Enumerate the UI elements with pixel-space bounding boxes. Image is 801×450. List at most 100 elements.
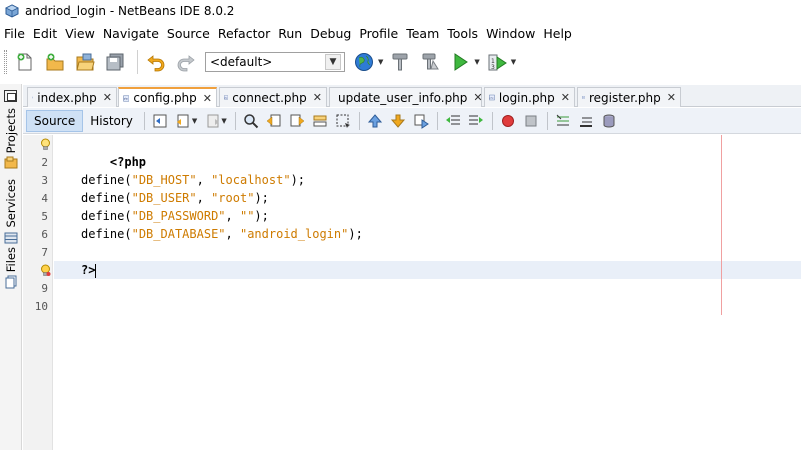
side-tab-services[interactable]: Services bbox=[2, 179, 20, 245]
menu-run[interactable]: Run bbox=[274, 26, 306, 41]
back-button[interactable] bbox=[174, 112, 192, 130]
find-next-button[interactable] bbox=[288, 112, 306, 130]
function-name: define bbox=[81, 227, 125, 241]
toolbar-separator bbox=[546, 111, 548, 130]
tab-connect-php[interactable]: php connect.php ✕ bbox=[219, 87, 327, 107]
rectangular-selection-icon bbox=[336, 114, 351, 128]
toggle-bookmark-button[interactable] bbox=[412, 112, 430, 130]
menu-help[interactable]: Help bbox=[539, 26, 576, 41]
menu-profile[interactable]: Profile bbox=[355, 26, 402, 41]
tab-login-php[interactable]: php login.php ✕ bbox=[484, 87, 575, 107]
redo-button[interactable] bbox=[173, 49, 199, 75]
close-icon[interactable]: ✕ bbox=[661, 91, 676, 104]
browser-dropdown-icon[interactable]: ▼ bbox=[378, 58, 383, 66]
netbeans-cube-icon bbox=[5, 4, 19, 18]
clean-build-button[interactable] bbox=[417, 49, 443, 75]
stop-icon bbox=[525, 115, 537, 126]
left-side-bar: Projects Services Files bbox=[0, 84, 22, 450]
new-file-button[interactable] bbox=[12, 49, 38, 75]
window-title: andriod_login - NetBeans IDE 8.0.2 bbox=[25, 4, 235, 18]
side-tab-projects-label: Projects bbox=[4, 108, 18, 154]
tab-label: login.php bbox=[498, 90, 555, 105]
side-tab-files[interactable]: Files bbox=[2, 247, 20, 289]
string-literal: "DB_PASSWORD" bbox=[131, 209, 226, 223]
find-previous-button[interactable] bbox=[265, 112, 283, 130]
menu-team[interactable]: Team bbox=[402, 26, 443, 41]
php-open-tag: <?php bbox=[109, 155, 147, 169]
highlight-icon bbox=[313, 115, 327, 126]
close-icon[interactable]: ✕ bbox=[555, 91, 570, 104]
tab-config-php[interactable]: php config.php ✕ bbox=[118, 87, 217, 107]
menu-window[interactable]: Window bbox=[482, 26, 539, 41]
warning-bulb-icon[interactable] bbox=[40, 264, 51, 277]
tab-update-user-info-php[interactable]: php update_user_info.php ✕ bbox=[329, 87, 483, 107]
close-icon[interactable]: ✕ bbox=[307, 91, 322, 104]
tab-index-php[interactable]: php index.php ✕ bbox=[27, 87, 117, 107]
forward-button[interactable] bbox=[204, 112, 222, 130]
tab-label: config.php bbox=[133, 91, 197, 105]
forward-dropdown-icon[interactable]: ▼ bbox=[221, 117, 226, 125]
open-project-button[interactable] bbox=[72, 49, 98, 75]
save-all-button[interactable] bbox=[102, 49, 128, 75]
editor-toolbar: Source History ▼ ▼ bbox=[23, 108, 801, 134]
side-tab-projects[interactable]: Projects bbox=[2, 108, 20, 170]
stop-macro-button[interactable] bbox=[522, 112, 540, 130]
close-icon[interactable]: ✕ bbox=[97, 91, 112, 104]
menu-edit[interactable]: Edit bbox=[29, 26, 61, 41]
shift-right-button[interactable] bbox=[467, 112, 485, 130]
close-icon[interactable]: ✕ bbox=[467, 91, 482, 104]
source-tab-button[interactable]: Source bbox=[26, 109, 84, 132]
run-dropdown-icon[interactable]: ▼ bbox=[474, 58, 479, 66]
comment-icon bbox=[556, 114, 570, 125]
history-tab-button[interactable]: History bbox=[83, 110, 140, 132]
configuration-dropdown[interactable]: <default> ▼ bbox=[205, 52, 345, 72]
database-button[interactable] bbox=[600, 112, 618, 130]
side-tab-services-label: Services bbox=[4, 179, 18, 228]
menu-file[interactable]: File bbox=[0, 26, 29, 41]
next-bookmark-icon bbox=[391, 114, 406, 128]
next-bookmark-button[interactable] bbox=[389, 112, 407, 130]
previous-bookmark-button[interactable] bbox=[366, 112, 384, 130]
start-macro-button[interactable] bbox=[499, 112, 517, 130]
menu-source[interactable]: Source bbox=[163, 26, 214, 41]
projects-icon bbox=[4, 156, 18, 169]
uncomment-button[interactable] bbox=[577, 112, 595, 130]
new-project-button[interactable] bbox=[42, 49, 68, 75]
browser-globe-icon bbox=[355, 53, 373, 71]
tab-register-php[interactable]: php register.php ✕ bbox=[577, 87, 681, 107]
undo-button[interactable] bbox=[143, 49, 169, 75]
toggle-highlight-button[interactable] bbox=[311, 112, 329, 130]
shift-left-button[interactable] bbox=[444, 112, 462, 130]
run-icon bbox=[454, 53, 469, 71]
services-icon bbox=[4, 232, 18, 243]
menu-navigate[interactable]: Navigate bbox=[99, 26, 163, 41]
last-edit-button[interactable] bbox=[151, 112, 169, 130]
run-button[interactable] bbox=[447, 49, 473, 75]
magnifier-icon bbox=[244, 113, 259, 128]
open-project-icon bbox=[76, 53, 95, 71]
close-icon[interactable]: ✕ bbox=[197, 92, 212, 105]
find-selection-button[interactable] bbox=[242, 112, 260, 130]
browser-button[interactable] bbox=[351, 49, 377, 75]
comment-button[interactable] bbox=[554, 112, 572, 130]
code-line-4: define("DB_USER", "root"); bbox=[81, 191, 269, 205]
menu-view[interactable]: View bbox=[61, 26, 99, 41]
code-line-8: ?> bbox=[81, 261, 97, 279]
build-button[interactable] bbox=[387, 49, 413, 75]
debug-dropdown-icon[interactable]: ▼ bbox=[511, 58, 516, 66]
forward-icon bbox=[207, 114, 219, 127]
string-literal: "DB_USER" bbox=[131, 191, 197, 205]
menu-tools[interactable]: Tools bbox=[443, 26, 482, 41]
right-margin-line bbox=[721, 135, 722, 315]
code-line-6: define("DB_DATABASE", "android_login"); bbox=[81, 227, 363, 241]
hint-bulb-icon[interactable] bbox=[40, 138, 51, 151]
line-number-gutter: 2 3 4 5 6 7 9 10 bbox=[23, 135, 53, 450]
restore-window-icon[interactable] bbox=[4, 90, 17, 102]
back-dropdown-icon[interactable]: ▼ bbox=[192, 117, 197, 125]
function-name: define bbox=[81, 191, 125, 205]
toggle-rect-select-button[interactable] bbox=[334, 112, 352, 130]
menu-debug[interactable]: Debug bbox=[306, 26, 355, 41]
code-editor[interactable]: <?php define("DB_HOST", "localhost"); de… bbox=[54, 135, 801, 450]
debug-button[interactable]: 1 3 bbox=[484, 49, 510, 75]
menu-refactor[interactable]: Refactor bbox=[214, 26, 274, 41]
